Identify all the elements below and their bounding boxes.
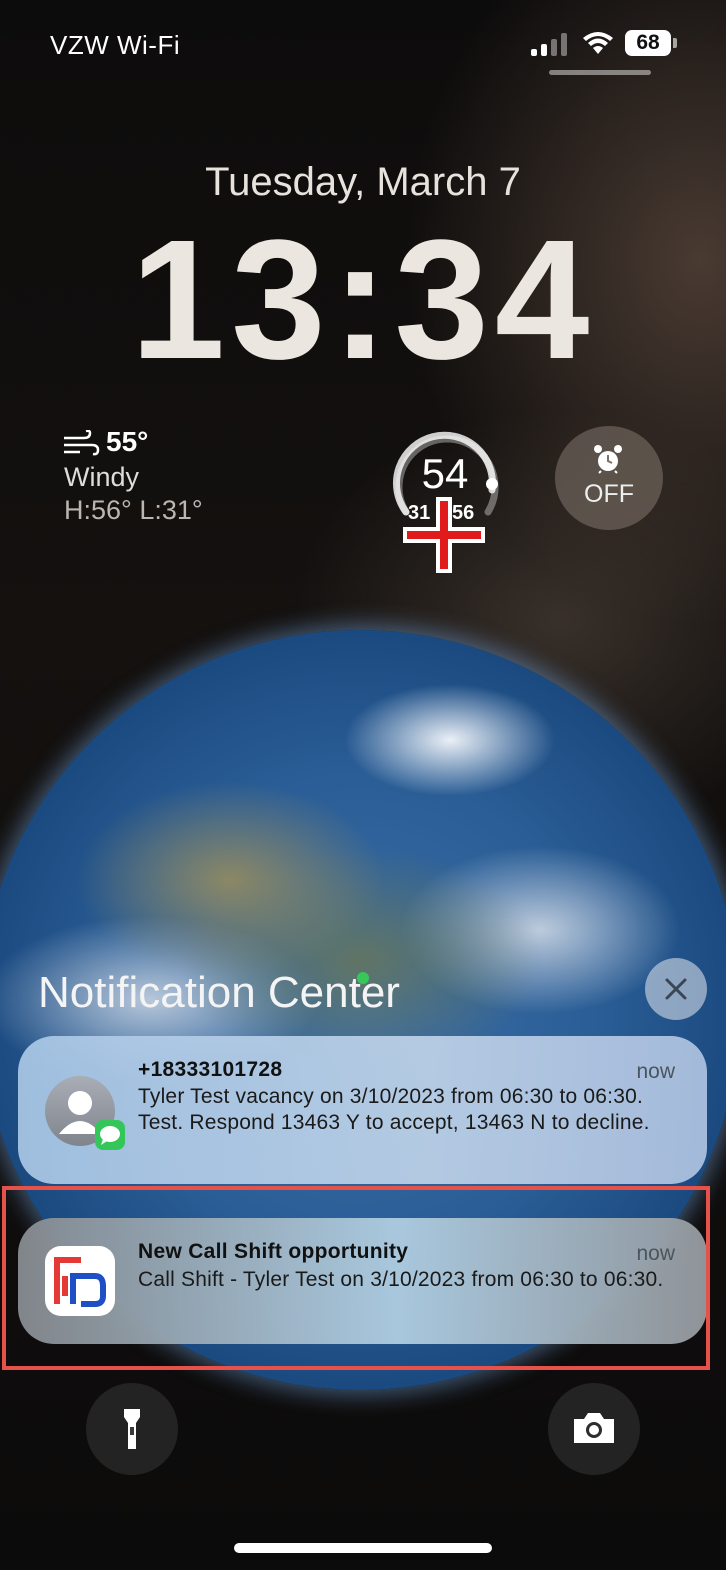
battery-icon: 68 bbox=[625, 30, 671, 56]
home-indicator[interactable] bbox=[234, 1543, 492, 1553]
notification-time: now bbox=[636, 1060, 675, 1083]
camera-button[interactable] bbox=[548, 1383, 640, 1475]
flashlight-button[interactable] bbox=[86, 1383, 178, 1475]
notification-center-title: Notification Center bbox=[38, 968, 400, 1017]
flashlight-icon bbox=[124, 1409, 140, 1449]
carrier-label: VZW Wi-Fi bbox=[50, 30, 181, 60]
close-icon bbox=[665, 978, 687, 1000]
gauge-current-temp: 54 bbox=[421, 450, 469, 497]
notification-title: +18333101728 bbox=[138, 1058, 283, 1081]
camera-icon bbox=[574, 1413, 614, 1443]
lock-date: Tuesday, March 7 bbox=[205, 160, 521, 204]
wind-icon bbox=[64, 430, 100, 456]
cellular-signal-icon bbox=[531, 32, 571, 56]
lock-time: 13:34 bbox=[130, 205, 596, 395]
weather-high-low[interactable]: H:56° L:31° bbox=[64, 495, 203, 526]
battery-tip bbox=[673, 38, 677, 48]
weather-condition[interactable]: Windy bbox=[64, 462, 139, 493]
messages-app-icon bbox=[95, 1120, 125, 1150]
alarm-status: OFF bbox=[584, 480, 634, 508]
highlight-box bbox=[2, 1186, 710, 1370]
clear-notifications-button[interactable] bbox=[645, 958, 707, 1020]
alarm-widget[interactable] bbox=[555, 426, 663, 530]
weather-temperature[interactable]: 55° bbox=[106, 426, 148, 458]
notification-body: Tyler Test vacancy on 3/10/2023 from 06:… bbox=[138, 1085, 650, 1134]
alarm-clock-icon bbox=[594, 445, 622, 474]
notch-indicator bbox=[549, 70, 651, 75]
crosshair-marker bbox=[403, 497, 485, 573]
notification-message[interactable]: +18333101728 now Tyler Test vacancy on 3… bbox=[18, 1036, 707, 1184]
wifi-icon bbox=[583, 32, 613, 54]
